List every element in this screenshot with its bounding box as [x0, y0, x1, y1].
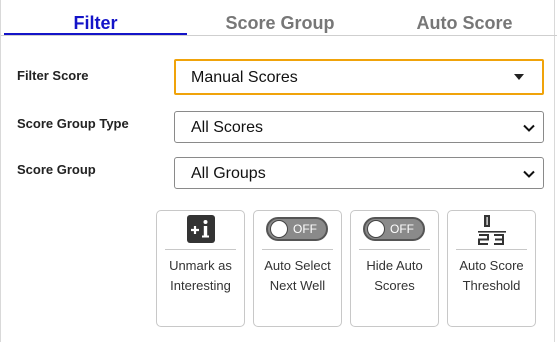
- tile-label: Auto Score Threshold: [459, 258, 524, 293]
- toggle-off-icon[interactable]: OFF: [363, 217, 425, 241]
- score-group-value: All Groups: [191, 165, 266, 182]
- toggle-state-text: OFF: [390, 222, 414, 236]
- unmark-interesting-button[interactable]: Unmark as Interesting: [156, 210, 245, 327]
- one-two-three-icon: [478, 215, 506, 245]
- toggle-knob: [367, 220, 385, 238]
- tab-bar: Filter Score Group Auto Score: [1, 0, 557, 36]
- filter-score-value: Manual Scores: [191, 69, 298, 86]
- tile-label: Auto Select Next Well: [264, 258, 331, 293]
- tile-icon-area: [165, 211, 236, 250]
- tile-label: Unmark as Interesting: [169, 258, 232, 293]
- dropdown-caret-icon: [514, 74, 524, 80]
- score-group-type-label: Score Group Type: [17, 116, 129, 131]
- score-group-label: Score Group: [17, 162, 96, 177]
- tab-auto-score[interactable]: Auto Score: [373, 0, 556, 36]
- tile-icon-area: OFF: [359, 211, 430, 250]
- chevron-down-icon: [523, 170, 535, 178]
- hide-auto-scores-toggle[interactable]: OFF Hide Auto Scores: [350, 210, 439, 327]
- tile-label: Hide Auto Scores: [366, 258, 423, 293]
- score-group-type-value: All Scores: [191, 119, 264, 136]
- score-group-select[interactable]: All Groups: [174, 157, 544, 189]
- tab-filter[interactable]: Filter: [4, 0, 187, 35]
- filter-panel: Filter Score Group Auto Score Filter Sco…: [0, 0, 557, 342]
- tile-icon-area: OFF: [262, 211, 333, 250]
- toggle-state-text: OFF: [293, 222, 317, 236]
- toggle-off-icon[interactable]: OFF: [266, 217, 328, 241]
- chevron-down-icon: [523, 124, 535, 132]
- toggle-knob: [270, 220, 288, 238]
- tab-divider: [1, 35, 557, 36]
- tile-icon-area: [456, 211, 527, 250]
- score-group-type-select[interactable]: All Scores: [174, 111, 544, 143]
- tab-score-group[interactable]: Score Group: [187, 0, 373, 36]
- auto-select-next-well-toggle[interactable]: OFF Auto Select Next Well: [253, 210, 342, 327]
- auto-score-threshold-button[interactable]: Auto Score Threshold: [447, 210, 536, 327]
- filter-score-select[interactable]: Manual Scores: [174, 59, 544, 95]
- filter-score-label: Filter Score: [17, 68, 89, 83]
- plus-info-icon: [187, 215, 215, 243]
